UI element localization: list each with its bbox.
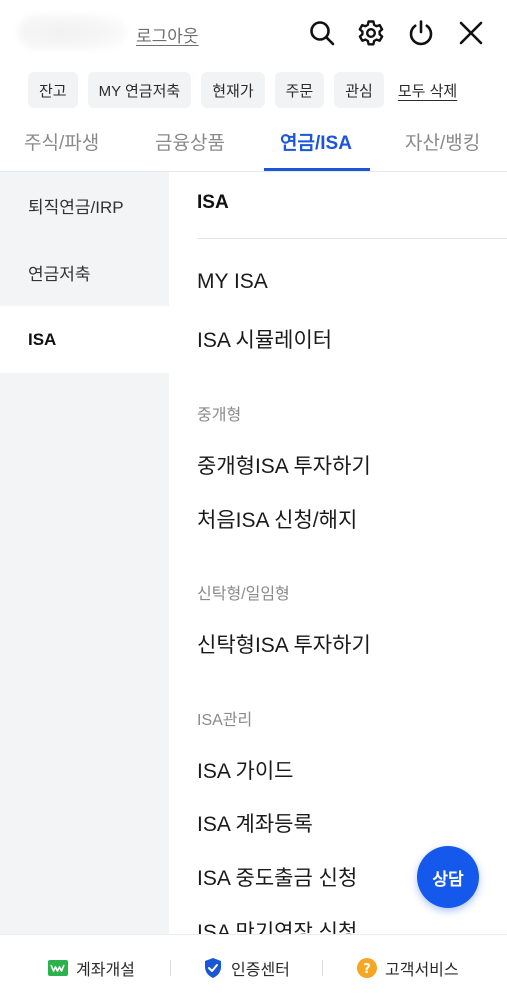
left-sub-nav: 퇴직연금/IRP 연금저축 ISA — [0, 172, 169, 934]
customer-service-button[interactable]: ? 고객서비스 — [357, 955, 459, 981]
section-divider — [197, 238, 507, 239]
gear-icon[interactable] — [356, 16, 386, 50]
auth-center-label: 인증센터 — [231, 962, 290, 979]
account-open-button[interactable]: 계좌개설 — [48, 955, 135, 981]
menu-item-brokerage-isa-invest[interactable]: 중개형ISA 투자하기 — [197, 450, 371, 480]
sidebar-item-isa[interactable]: ISA — [0, 306, 169, 373]
consult-button[interactable]: 상담 — [417, 846, 479, 908]
shield-check-icon — [203, 958, 223, 978]
tab-assets-banking[interactable]: 자산/뱅킹 — [405, 128, 480, 155]
chip-my-pension[interactable]: MY 연금저축 — [87, 72, 192, 108]
delete-all-link[interactable]: 모두 삭제 — [394, 72, 461, 108]
menu-item-isa-account-register[interactable]: ISA 계좌등록 — [197, 808, 313, 838]
top-header: 로그아웃 — [0, 0, 507, 66]
sidebar-item-retirement-irp[interactable]: 퇴직연금/IRP — [0, 172, 169, 239]
menu-item-isa-mid-withdrawal[interactable]: ISA 중도출금 신청 — [197, 862, 357, 892]
menu-item-isa-simulator[interactable]: ISA 시뮬레이터 — [197, 324, 332, 354]
account-open-label: 계좌개설 — [76, 962, 135, 979]
chip-order[interactable]: 주문 — [274, 72, 325, 108]
section-title: ISA — [197, 192, 229, 213]
chip-balance[interactable]: 잔고 — [28, 72, 78, 108]
group-label-brokerage: 중개형 — [197, 407, 242, 424]
logout-link[interactable]: 로그아웃 — [136, 22, 199, 47]
user-name-blurred — [18, 14, 126, 50]
auth-center-button[interactable]: 인증센터 — [203, 955, 290, 981]
svg-text:?: ? — [363, 962, 371, 977]
tab-pension-isa[interactable]: 연금/ISA — [280, 128, 352, 155]
account-open-icon — [48, 958, 68, 978]
category-tabs: 주식/파생 금융상품 연금/ISA 자산/뱅킹 — [0, 120, 507, 172]
menu-item-trust-isa-invest[interactable]: 신탁형ISA 투자하기 — [197, 629, 371, 659]
active-tab-indicator — [264, 168, 370, 171]
chip-current-price[interactable]: 현재가 — [201, 72, 265, 108]
bottom-separator — [322, 960, 323, 976]
help-icon: ? — [357, 958, 377, 978]
quick-menu-chips: 잔고 MY 연금저축 현재가 주문 관심 모두 삭제 — [28, 72, 461, 108]
bottom-separator — [170, 960, 171, 976]
group-label-trust-discretionary: 신탁형/일임형 — [197, 586, 290, 603]
menu-item-isa-guide[interactable]: ISA 가이드 — [197, 755, 293, 785]
menu-item-my-isa[interactable]: MY ISA — [197, 270, 268, 294]
group-label-isa-management: ISA관리 — [197, 712, 253, 729]
menu-content-panel: ISA MY ISA ISA 시뮬레이터 중개형 중개형ISA 투자하기 처음I… — [169, 172, 507, 934]
close-icon[interactable] — [456, 16, 486, 50]
chip-watchlist[interactable]: 관심 — [334, 72, 384, 108]
bottom-bar: 계좌개설 인증센터 ? 고객서비스 — [0, 934, 507, 1000]
menu-item-isa-maturity-extension[interactable]: ISA 만기연장 신청 — [197, 916, 357, 934]
customer-service-label: 고객서비스 — [385, 962, 459, 979]
sidebar-item-pension-savings[interactable]: 연금저축 — [0, 239, 169, 306]
tab-financial-products[interactable]: 금융상품 — [155, 128, 225, 155]
menu-item-first-isa-apply-cancel[interactable]: 처음ISA 신청/해지 — [197, 504, 357, 534]
tab-stocks-derivatives[interactable]: 주식/파생 — [24, 128, 99, 155]
search-icon[interactable] — [307, 16, 337, 50]
power-icon[interactable] — [406, 16, 436, 50]
